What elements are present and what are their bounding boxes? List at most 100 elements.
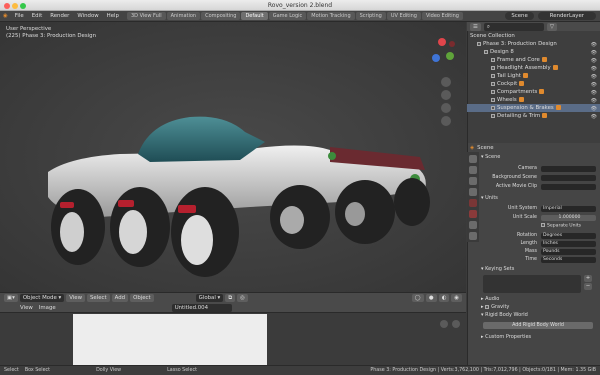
unit-scale-field[interactable]: 1.000000 [541,215,596,221]
workspace-tab[interactable]: Animation [166,12,201,20]
image-pan-button[interactable] [440,320,448,328]
menu-item-edit[interactable]: Edit [28,13,46,19]
rigid-body-world-section-header[interactable]: ▾ Rigid Body World [481,312,596,319]
separate-units-check[interactable] [541,223,545,227]
outliner-indent [467,97,491,103]
separate-units-checkbox[interactable]: Separate Units [541,223,581,229]
menu-item-window[interactable]: Window [73,13,102,19]
shading-solid-button[interactable]: ● [425,294,437,302]
renderlayer-selector[interactable]: RenderLayer [537,12,596,20]
outliner-row[interactable]: Cockpit 👁 [467,80,600,88]
snap-toggle[interactable]: ⧉ [225,294,236,302]
workspace-tab[interactable]: Compositing [201,12,241,20]
proportional-edit-toggle[interactable]: ◎ [237,294,248,302]
shading-wireframe-button[interactable]: ◯ [411,294,424,302]
gravity-checkbox[interactable] [485,304,490,309]
view-layer-tab-icon[interactable] [469,188,477,196]
time-select[interactable]: Seconds [541,257,596,263]
scene-selector[interactable]: Scene [505,12,534,20]
workspace-tab[interactable]: Default [241,12,268,20]
select-menu[interactable]: Select [87,294,110,302]
orientation-select[interactable]: Global ▾ [195,294,224,302]
collection-include-checkbox[interactable] [491,73,495,78]
collection-include-checkbox[interactable] [477,41,481,46]
collection-include-checkbox[interactable] [484,49,488,54]
add-rigid-body-world-button[interactable]: Add Rigid Body World [483,322,593,329]
collection-include-checkbox[interactable] [491,89,495,94]
workspace-tab[interactable]: Scripting [355,12,386,20]
outliner-row[interactable]: Phase 3: Production Design 👁 [467,40,600,48]
texture-tab-icon[interactable] [469,232,477,240]
outliner-row-label: Tail Light [497,73,521,79]
collection-include-checkbox[interactable] [491,65,495,70]
workspace-tab[interactable]: Motion Tracking [307,12,355,20]
outliner-row[interactable]: Frame and Core 👁 [467,56,600,64]
image-canvas[interactable] [73,314,267,365]
render-tab-icon[interactable] [469,166,477,174]
visibility-eye-icon[interactable]: 👁 [591,113,597,121]
image-name-field[interactable]: Untitled.004 [171,303,232,312]
unit-system-select[interactable]: Imperial [541,206,596,212]
outliner-row[interactable]: Design 8 👁 [467,48,600,56]
viewport-scene[interactable] [0,22,466,292]
menu-item-help[interactable]: Help [103,13,123,19]
output-tab-icon[interactable] [469,177,477,185]
menu-item-file[interactable]: File [11,13,28,19]
length-select[interactable]: Inches [541,241,596,247]
blender-logo-icon[interactable]: ◉ [0,13,11,19]
keying-sets-section-header[interactable]: ▾ Keying Sets [481,266,596,273]
object-tab-icon[interactable] [469,221,477,229]
world-tab-icon[interactable] [469,210,477,218]
gravity-section-header[interactable]: ▸ Gravity [481,304,596,311]
object-menu[interactable]: Object [130,294,154,302]
view-menu[interactable]: View [66,294,85,302]
outliner-row[interactable]: Tail Light 👁 [467,72,600,80]
collection-include-checkbox[interactable] [491,57,495,62]
workspace-tab[interactable]: Game Logic [268,12,307,20]
outliner-row[interactable]: Detailing & Trim 👁 [467,112,600,120]
object-data-icon [541,57,547,62]
outliner-row[interactable]: Headlight Assembly 👁 [467,64,600,72]
add-menu[interactable]: Add [111,294,129,302]
outliner-row[interactable]: Wheels 👁 [467,96,600,104]
workspace-tab[interactable]: 3D View Full [126,12,166,20]
scene-tab-icon[interactable] [469,199,477,207]
outliner-row[interactable]: Scene Collection [467,32,600,40]
outliner-row[interactable]: Suspension & Brakes 👁 [467,104,600,112]
image-name-label: Untitled.004 [174,304,209,311]
background-scene-field[interactable] [541,175,596,181]
keying-sets-list[interactable] [483,275,581,293]
outliner-editor-type[interactable]: ☰ [470,22,481,31]
scene-section-header[interactable]: ▾ Scene [481,154,596,161]
outliner-search-input[interactable]: ⌕ [483,22,544,31]
units-section-header[interactable]: ▾ Units [481,195,596,202]
mode-select[interactable]: Object Mode ▾ [19,294,65,302]
outliner-filter-button[interactable]: ▽ [546,22,557,31]
image-zoom-button[interactable] [452,320,460,328]
image-menu[interactable]: Image [39,305,56,311]
shading-material-button[interactable]: ◐ [438,294,450,302]
workspace-tab[interactable]: Video Editing [421,12,463,20]
active-movie-clip-field[interactable] [541,184,596,190]
outliner-row[interactable]: Compartments 👁 [467,88,600,96]
audio-section-header[interactable]: ▸ Audio [481,296,596,303]
collection-include-checkbox[interactable] [491,113,495,118]
shading-rendered-button[interactable]: ◉ [451,294,462,302]
background-scene-label: Background Scene [492,175,537,180]
image-view-menu[interactable]: View [20,305,33,311]
rotation-select[interactable]: Degrees [541,233,596,239]
add-keying-set-button[interactable]: + [584,275,592,282]
mass-select[interactable]: Pounds [541,249,596,255]
remove-keying-set-button[interactable]: − [584,283,592,290]
camera-field[interactable] [541,166,596,172]
workspace-tab[interactable]: UV Editing [386,12,421,20]
3d-viewport[interactable] [0,22,466,292]
collection-include-checkbox[interactable] [491,97,495,102]
menu-item-render[interactable]: Render [46,13,73,19]
collection-include-checkbox[interactable] [491,81,495,86]
outliner-row-label: Scene Collection [470,33,515,39]
custom-properties-section-header[interactable]: ▸ Custom Properties [481,334,596,341]
tool-tab-icon[interactable] [469,155,477,163]
collection-include-checkbox[interactable] [491,105,495,110]
editor-type-button[interactable]: ▣▾ [4,294,18,302]
